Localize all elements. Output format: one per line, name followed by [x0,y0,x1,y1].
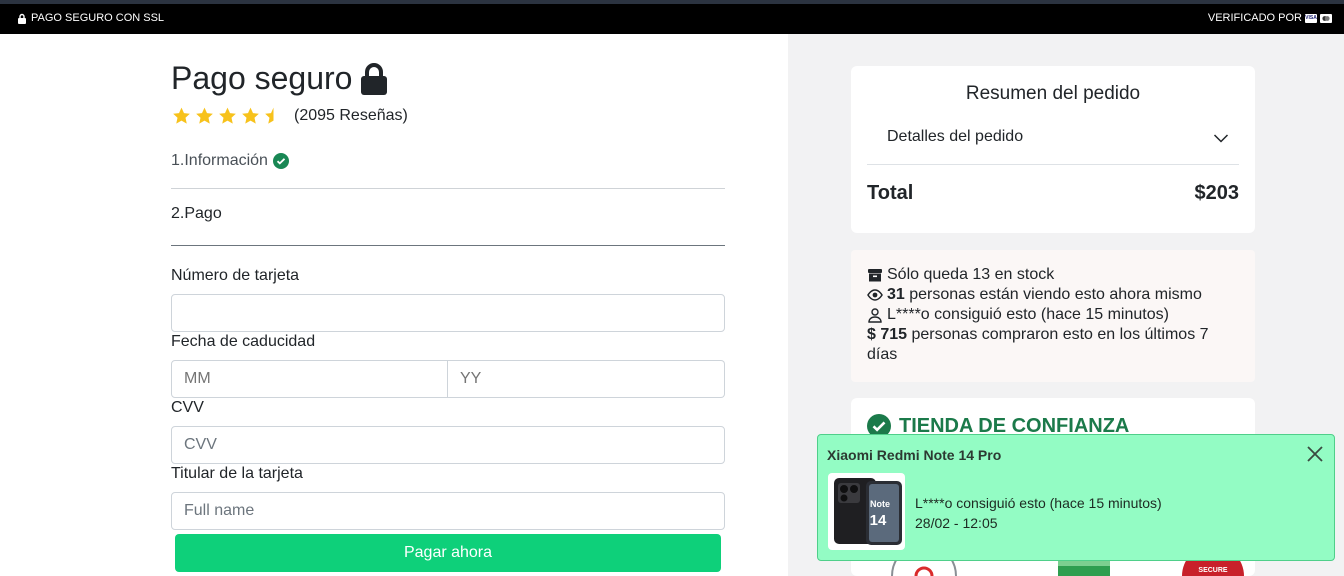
product-thumbnail: Note 14 [828,473,905,550]
review-count: (2095 Reseñas) [294,107,408,124]
secure-seal-icon: SECURE [1182,560,1244,576]
cardholder-input[interactable] [171,492,725,530]
buyers-count: $ 715 [867,326,908,343]
cvv-label: CVV [171,399,204,416]
total-label: Total [867,182,914,204]
half-star-icon [265,107,282,124]
buyers-line: $ 715 personas compraron esto en los últ… [867,325,1239,365]
rating-row: (2095 Reseñas) [171,106,408,126]
viewers-count: 31 [887,286,905,303]
notification-message: L****o consiguió esto (hace 15 minutos) [915,495,1162,511]
verified-by: VERIFICADO POR VISA [1208,12,1332,24]
buyers-text: personas compraron esto en los últimos 7… [867,326,1209,363]
secure-seal-text: SECURE [1198,567,1228,574]
top-security-bar: PAGO SEGURO CON SSL VERIFICADO POR VISA [0,0,1344,34]
star-rating [171,106,284,126]
shield-badge-icon [1058,561,1110,576]
stock-line: Sólo queda 13 en stock [867,265,1239,285]
mastercard-icon [1320,13,1332,23]
expiry-label: Fecha de caducidad [171,333,316,350]
star-icon [196,107,213,124]
recent-buyer-line: L****o consiguió esto (hace 15 minutos) [867,305,1239,325]
cardholder-label: Titular de la tarjeta [171,465,303,482]
phone-image-icon: Note 14 [831,476,902,547]
eye-icon [867,289,883,301]
page-title: Pago seguro [171,60,388,97]
box-icon [868,269,882,282]
cvv-input[interactable] [171,426,725,464]
user-icon [868,308,882,323]
ssl-text: PAGO SEGURO CON SSL [31,12,165,24]
chevron-down-icon [1213,134,1229,143]
verified-text: VERIFICADO POR [1207,12,1302,24]
step-divider [171,245,725,246]
order-summary-card: Resumen del pedido Detalles del pedido T… [851,66,1255,233]
padlock-icon [361,62,388,95]
pay-now-button[interactable]: Pagar ahora [175,534,721,572]
star-icon [242,107,259,124]
check-circle-icon [272,153,289,169]
star-icon [173,107,190,124]
summary-divider [867,164,1239,165]
step-divider [171,188,725,189]
thumb-text-note: Note [870,499,890,509]
purchase-notification: Xiaomi Redmi Note 14 Pro Note 14 L****o … [817,434,1335,561]
page-title-text: Pago seguro [171,60,353,96]
order-summary-title: Resumen del pedido [965,83,1141,104]
order-details-toggle[interactable]: Detalles del pedido [887,128,1239,146]
expiry-fields [171,360,725,398]
notification-product: Xiaomi Redmi Note 14 Pro [827,447,1002,463]
ssl-notice: PAGO SEGURO CON SSL [17,12,164,24]
visa-card-icon: VISA [1305,13,1317,23]
recent-buyer-text: L****o consiguió esto (hace 15 minutos) [887,306,1169,323]
viewers-line: 31 personas están viendo esto ahora mism… [867,285,1239,305]
notification-time: 28/02 - 12:05 [915,515,998,531]
stock-info-box: Sólo queda 13 en stock 31 personas están… [851,250,1255,382]
step-payment[interactable]: 2.Pago [171,205,222,223]
card-number-input[interactable] [171,294,725,332]
expiry-month-input[interactable] [171,360,448,398]
close-icon[interactable] [1306,445,1324,463]
stock-text: Sólo queda 13 en stock [887,266,1055,283]
card-number-label: Número de tarjeta [171,267,300,284]
step-information-label: 1.Información [171,152,268,169]
thumb-text-number: 14 [870,512,887,529]
total-value: $203 [1194,182,1240,204]
viewers-text: personas están viendo esto ahora mismo [909,286,1202,303]
step-payment-label: 2.Pago [171,205,222,222]
step-information[interactable]: 1.Información [171,152,289,170]
order-details-label: Detalles del pedido [887,128,1024,145]
expiry-year-input[interactable] [448,360,725,398]
star-icon [219,107,236,124]
lock-icon [18,13,26,24]
